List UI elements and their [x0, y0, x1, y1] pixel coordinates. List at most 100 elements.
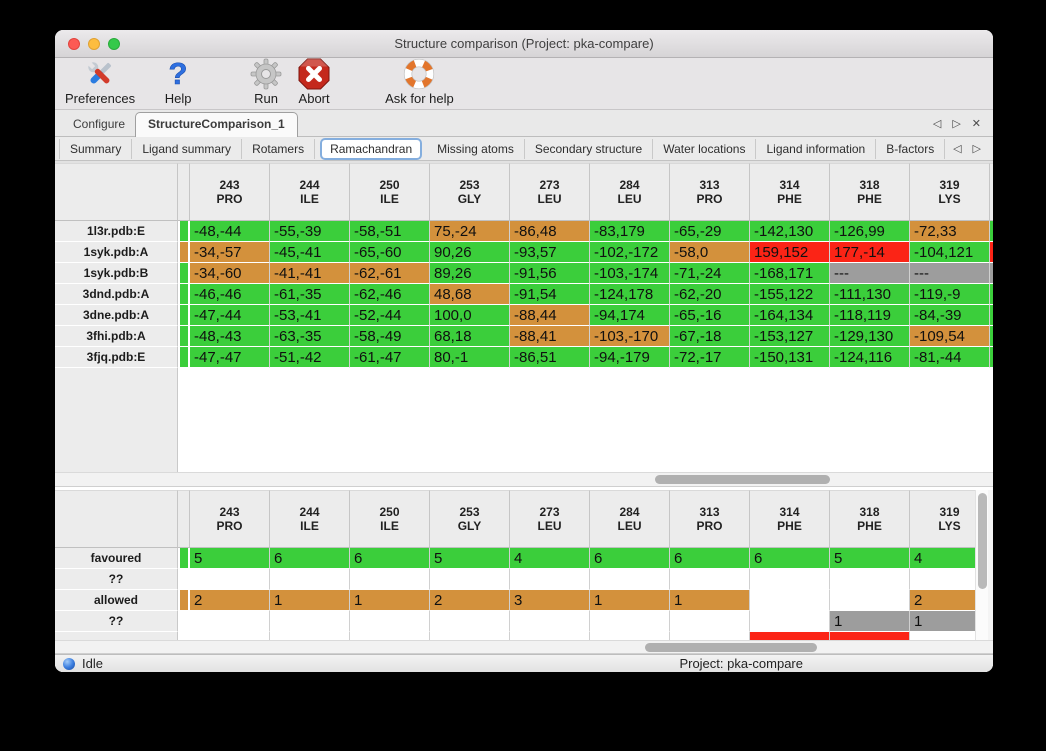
value-cell[interactable]: -83,179: [590, 221, 670, 242]
value-cell[interactable]: -65,-16: [670, 305, 750, 326]
value-cell[interactable]: [190, 632, 270, 640]
value-cell[interactable]: 48,68: [430, 284, 510, 305]
value-cell[interactable]: -71,-24: [670, 263, 750, 284]
value-cell[interactable]: -103,-170: [590, 326, 670, 347]
value-cell[interactable]: [590, 611, 670, 632]
value-cell[interactable]: -91,56: [510, 263, 590, 284]
value-cell[interactable]: [270, 611, 350, 632]
value-cell[interactable]: -53,-41: [270, 305, 350, 326]
value-cell[interactable]: [750, 611, 830, 632]
value-cell[interactable]: [670, 569, 750, 590]
tab-secondary-structure[interactable]: Secondary structure: [525, 139, 653, 159]
value-cell[interactable]: -65,-29: [670, 221, 750, 242]
value-cell[interactable]: -58,-49: [350, 326, 430, 347]
minimize-window-button[interactable]: [88, 38, 100, 50]
value-cell[interactable]: [670, 611, 750, 632]
value-cell[interactable]: -81,-44: [910, 347, 990, 368]
tab-ligand-information[interactable]: Ligand information: [756, 139, 876, 159]
value-cell[interactable]: -63,-35: [270, 326, 350, 347]
close-window-button[interactable]: [68, 38, 80, 50]
value-cell[interactable]: -58,-51: [350, 221, 430, 242]
value-cell[interactable]: -119,-9: [910, 284, 990, 305]
value-cell[interactable]: 2: [430, 590, 510, 611]
value-cell[interactable]: -51,-42: [270, 347, 350, 368]
value-cell[interactable]: [190, 611, 270, 632]
value-cell[interactable]: [670, 632, 750, 640]
value-cell[interactable]: 75,-24: [430, 221, 510, 242]
value-cell[interactable]: [750, 632, 830, 640]
vertical-scrollbar[interactable]: [975, 490, 988, 640]
value-cell[interactable]: -62,-61: [350, 263, 430, 284]
value-cell[interactable]: -86,48: [510, 221, 590, 242]
value-cell[interactable]: -88,41: [510, 326, 590, 347]
value-cell[interactable]: 90,26: [430, 242, 510, 263]
value-cell[interactable]: [190, 569, 270, 590]
value-cell[interactable]: -94,174: [590, 305, 670, 326]
value-cell[interactable]: [910, 569, 975, 590]
value-cell[interactable]: -111,130: [830, 284, 910, 305]
value-cell[interactable]: -124,178: [590, 284, 670, 305]
value-cell[interactable]: 1: [350, 590, 430, 611]
tab-close-icon[interactable]: ✕: [972, 119, 981, 130]
value-cell[interactable]: -62,-20: [670, 284, 750, 305]
tab-prev-icon[interactable]: ◁: [933, 119, 941, 130]
value-cell[interactable]: -168,171: [750, 263, 830, 284]
value-cell[interactable]: [830, 590, 910, 611]
value-cell[interactable]: [350, 611, 430, 632]
value-cell[interactable]: [430, 611, 510, 632]
value-cell[interactable]: [270, 632, 350, 640]
value-cell[interactable]: 2: [190, 590, 270, 611]
help-button[interactable]: ? Help: [157, 56, 199, 107]
value-cell[interactable]: ---: [910, 263, 990, 284]
tab-ligand-summary[interactable]: Ligand summary: [132, 139, 242, 159]
value-cell[interactable]: -58,0: [670, 242, 750, 263]
value-cell[interactable]: [510, 611, 590, 632]
value-cell[interactable]: [350, 569, 430, 590]
section-tab-next-icon[interactable]: ▷: [973, 142, 981, 155]
value-cell[interactable]: ---: [830, 263, 910, 284]
tab-b-factors[interactable]: B-factors: [876, 139, 945, 159]
section-tab-prev-icon[interactable]: ◁: [953, 142, 961, 155]
value-cell[interactable]: [590, 632, 670, 640]
value-cell[interactable]: 6: [350, 548, 430, 569]
tab-summary[interactable]: Summary: [59, 139, 132, 159]
tab-next-icon[interactable]: ▷: [952, 119, 960, 130]
value-cell[interactable]: 2: [910, 590, 975, 611]
value-cell[interactable]: 6: [590, 548, 670, 569]
value-cell[interactable]: 5: [830, 548, 910, 569]
value-cell[interactable]: 1: [830, 611, 910, 632]
value-cell[interactable]: -72,33: [910, 221, 990, 242]
value-cell[interactable]: 1: [590, 590, 670, 611]
value-cell[interactable]: -124,116: [830, 347, 910, 368]
value-cell[interactable]: -118,119: [830, 305, 910, 326]
value-cell[interactable]: -142,130: [750, 221, 830, 242]
value-cell[interactable]: -34,-60: [190, 263, 270, 284]
value-cell[interactable]: 100,0: [430, 305, 510, 326]
horizontal-scrollbar-bottom[interactable]: [55, 640, 993, 654]
value-cell[interactable]: -45,-41: [270, 242, 350, 263]
value-cell[interactable]: 6: [270, 548, 350, 569]
value-cell[interactable]: -126,99: [830, 221, 910, 242]
value-cell[interactable]: [350, 632, 430, 640]
value-cell[interactable]: [270, 569, 350, 590]
value-cell[interactable]: 177,-14: [830, 242, 910, 263]
value-cell[interactable]: -164,134: [750, 305, 830, 326]
value-cell[interactable]: 1: [910, 611, 975, 632]
value-cell[interactable]: -47,-47: [190, 347, 270, 368]
value-cell[interactable]: 159,152: [750, 242, 830, 263]
value-cell[interactable]: -46,-46: [190, 284, 270, 305]
value-cell[interactable]: -55,-39: [270, 221, 350, 242]
value-cell[interactable]: -61,-47: [350, 347, 430, 368]
value-cell[interactable]: -153,127: [750, 326, 830, 347]
value-cell[interactable]: 4: [910, 548, 975, 569]
scrollbar-thumb[interactable]: [645, 643, 817, 652]
value-cell[interactable]: -102,-172: [590, 242, 670, 263]
value-cell[interactable]: [430, 632, 510, 640]
value-cell[interactable]: 80,-1: [430, 347, 510, 368]
value-cell[interactable]: 68,18: [430, 326, 510, 347]
scrollbar-thumb[interactable]: [978, 493, 987, 589]
value-cell[interactable]: 1: [270, 590, 350, 611]
value-cell[interactable]: -94,-179: [590, 347, 670, 368]
tab-ramachandran[interactable]: Ramachandran: [322, 140, 420, 158]
value-cell[interactable]: -88,44: [510, 305, 590, 326]
